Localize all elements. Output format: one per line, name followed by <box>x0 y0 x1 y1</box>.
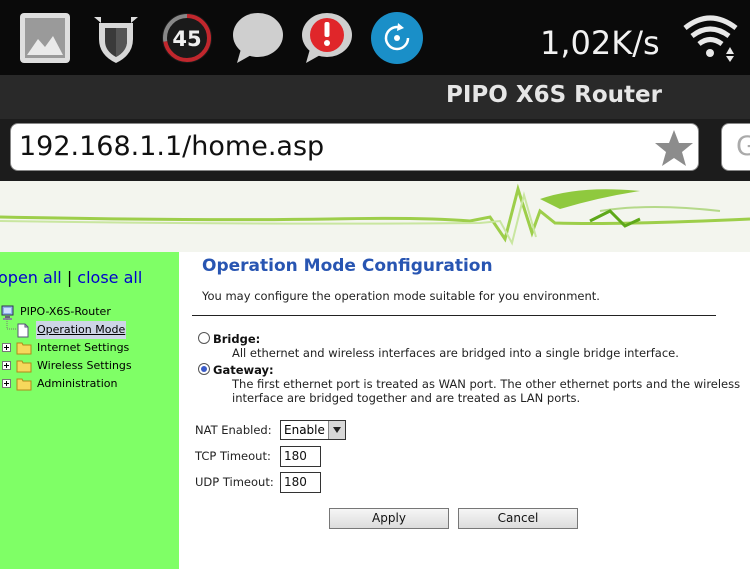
divider <box>192 315 716 316</box>
chat-bubble-icon[interactable] <box>231 11 285 65</box>
expand-plus-icon[interactable] <box>2 343 11 352</box>
tree-controls-separator: | <box>66 268 73 287</box>
bookmark-star-icon[interactable] <box>653 127 695 169</box>
close-all-link[interactable]: close all <box>77 268 142 287</box>
url-text: 192.168.1.1/home.asp <box>19 131 325 162</box>
nat-label: NAT Enabled: <box>195 423 272 437</box>
expand-plus-icon[interactable] <box>2 361 11 370</box>
gateway-description-line-1: The first ethernet port is treated as WA… <box>232 377 741 391</box>
tree-item-label: Operation Mode <box>36 321 127 339</box>
expand-plus-icon[interactable] <box>2 379 11 388</box>
url-input[interactable]: 192.168.1.1/home.asp <box>10 123 699 171</box>
tree-item-label: Administration <box>37 377 118 390</box>
nat-select[interactable]: Enable <box>280 420 346 440</box>
open-all-link[interactable]: open all <box>0 268 62 287</box>
tcp-timeout-input[interactable]: 180 <box>280 446 321 467</box>
section-title: Operation Mode Configuration <box>202 256 493 276</box>
apply-button[interactable]: Apply <box>329 508 449 529</box>
gallery-icon[interactable] <box>18 11 72 65</box>
udp-timeout-input[interactable]: 180 <box>280 472 321 493</box>
page-icon <box>17 323 29 338</box>
alert-icon[interactable] <box>300 11 354 65</box>
search-box-text: G <box>736 131 750 162</box>
tcp-timeout-label: TCP Timeout: <box>195 449 271 463</box>
tree-item-label: Internet Settings <box>37 341 130 354</box>
folder-icon <box>16 342 32 355</box>
router-banner <box>0 181 750 252</box>
banner-wave-graphic <box>0 181 750 252</box>
speed-badge-text: 45 <box>172 27 201 51</box>
nat-select-value: Enable <box>284 423 325 437</box>
tree-line <box>6 319 16 330</box>
gateway-label: Gateway: <box>213 363 274 377</box>
cancel-button[interactable]: Cancel <box>458 508 578 529</box>
wifi-icon <box>683 15 738 62</box>
status-bar: 45 1,02K/s <box>0 0 750 75</box>
bridge-label: Bridge: <box>213 332 261 346</box>
section-description: You may configure the operation mode sui… <box>202 289 600 303</box>
gateway-description-line-2: interface are bridged together and are t… <box>232 391 581 405</box>
bridge-description: All ethernet and wireless interfaces are… <box>232 346 679 360</box>
gateway-radio[interactable] <box>198 363 210 375</box>
search-box[interactable]: G <box>721 123 750 171</box>
tree-controls: open all | close all <box>0 268 142 287</box>
network-speed: 1,02K/s <box>540 24 660 62</box>
shield-helmet-icon[interactable] <box>89 11 143 65</box>
speed-45-icon[interactable]: 45 <box>160 11 214 65</box>
folder-icon <box>16 378 32 391</box>
bridge-radio[interactable] <box>198 332 210 344</box>
tree-item-label: Wireless Settings <box>37 359 132 372</box>
tree-root-label: PIPO-X6S-Router <box>20 305 111 318</box>
udp-timeout-label: UDP Timeout: <box>195 475 274 489</box>
sidebar <box>0 252 179 569</box>
folder-icon <box>16 360 32 373</box>
page-title: PIPO X6S Router <box>446 82 662 108</box>
sync-icon[interactable] <box>370 11 424 65</box>
chevron-down-icon <box>328 421 345 439</box>
